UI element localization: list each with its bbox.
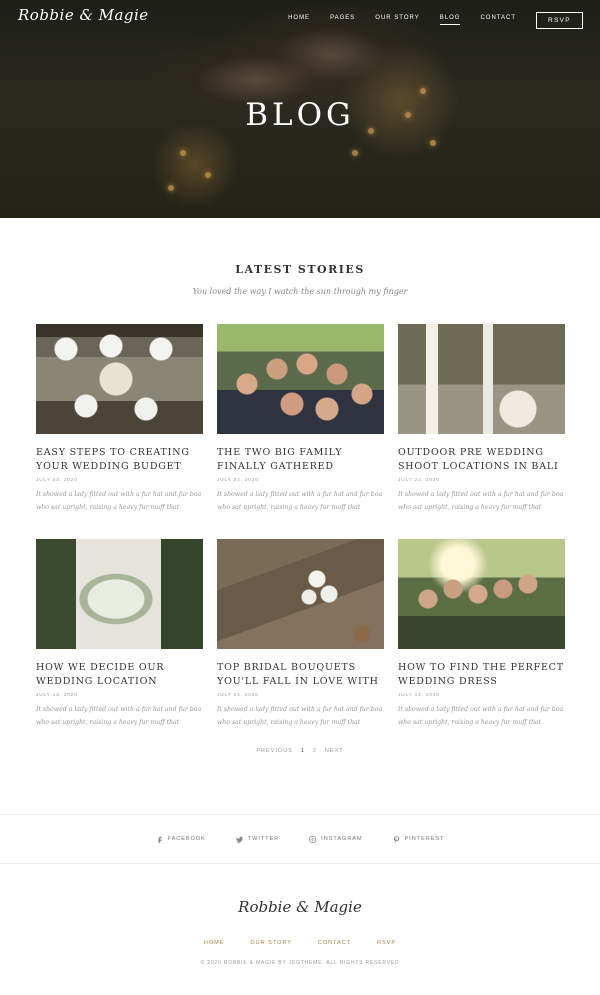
pagination-page-2[interactable]: 2 <box>313 748 317 754</box>
post-title[interactable]: OUTDOOR PRE WEDDING SHOOT LOCATIONS IN B… <box>398 446 565 473</box>
main-nav: HOME PAGES OUR STORY BLOG CONTACT RSVP <box>288 0 600 40</box>
post-thumbnail[interactable] <box>217 539 384 649</box>
post-title[interactable]: TOP BRIDAL BOUQUETS YOU'LL FALL IN LOVE … <box>217 661 384 688</box>
post-card: HOW TO FIND THE PERFECT WEDDING DRESS JU… <box>398 539 565 729</box>
section-title: LATEST STORIES <box>235 263 365 276</box>
footer-logo[interactable]: Robbie & Magie <box>0 898 600 916</box>
post-card: OUTDOOR PRE WEDDING SHOOT LOCATIONS IN B… <box>398 324 565 514</box>
post-excerpt: It showed a lady fitted out with a fur h… <box>398 491 564 511</box>
copyright: © 2020 ROBBIE & MAGIE BY JEGTHEME. ALL R… <box>200 960 400 966</box>
post-date: JULY 22, 2020 <box>36 478 78 483</box>
post-excerpt: It showed a lady fitted out with a fur h… <box>217 491 383 511</box>
post-date: JULY 13, 2020 <box>36 693 78 698</box>
pagination-page-1[interactable]: 1 <box>301 748 305 754</box>
post-date: JULY 13, 2020 <box>217 693 259 698</box>
nav-blog[interactable]: BLOG <box>439 15 461 25</box>
post-thumbnail[interactable] <box>36 539 203 649</box>
footer-nav: HOME OUR STORY CONTACT RSVP <box>0 940 600 946</box>
post-thumbnail[interactable] <box>398 324 565 434</box>
post-card: HOW WE DECIDE OUR WEDDING LOCATION JULY … <box>36 539 203 729</box>
post-title[interactable]: EASY STEPS TO CREATING YOUR WEDDING BUDG… <box>36 446 203 473</box>
post-title[interactable]: HOW WE DECIDE OUR WEDDING LOCATION <box>36 661 203 688</box>
social-label: TWITTER <box>247 836 280 842</box>
pinterest-icon <box>393 835 399 843</box>
pagination-previous[interactable]: PREVIOUS <box>256 748 292 754</box>
post-excerpt: It showed a lady fitted out with a fur h… <box>36 706 202 726</box>
social-pinterest[interactable]: PINTEREST <box>393 835 445 843</box>
nav-our-story[interactable]: OUR STORY <box>375 15 419 25</box>
twitter-icon <box>235 836 243 843</box>
facebook-icon <box>157 836 162 843</box>
social-facebook[interactable]: FACEBOOK <box>156 836 206 843</box>
social-label: INSTAGRAM <box>321 836 363 842</box>
post-date: JULY 22, 2020 <box>217 478 259 483</box>
pagination-next[interactable]: NEXT <box>325 748 344 754</box>
section-subtitle: You loved the way I watch the sun throug… <box>192 287 408 296</box>
post-excerpt: It showed a lady fitted out with a fur h… <box>398 706 564 726</box>
footer-nav-rsvp[interactable]: RSVP <box>377 940 396 946</box>
post-title[interactable]: THE TWO BIG FAMILY FINALLY GATHERED <box>217 446 384 473</box>
nav-home[interactable]: HOME <box>288 15 310 25</box>
social-bar: FACEBOOK TWITTER INSTAGRAM PINTEREST <box>0 814 600 864</box>
post-card: THE TWO BIG FAMILY FINALLY GATHERED JULY… <box>217 324 384 514</box>
post-excerpt: It showed a lady fitted out with a fur h… <box>217 706 383 726</box>
post-thumbnail[interactable] <box>217 324 384 434</box>
post-excerpt: It showed a lady fitted out with a fur h… <box>36 491 202 511</box>
post-card: EASY STEPS TO CREATING YOUR WEDDING BUDG… <box>36 324 203 514</box>
brand-logo[interactable]: Robbie & Magie <box>18 6 149 24</box>
nav-pages[interactable]: PAGES <box>330 15 355 25</box>
social-twitter[interactable]: TWITTER <box>235 836 280 843</box>
page-title: BLOG <box>245 97 355 133</box>
footer-nav-contact[interactable]: CONTACT <box>318 940 351 946</box>
footer-nav-home[interactable]: HOME <box>204 940 225 946</box>
social-label: PINTEREST <box>404 836 445 842</box>
social-instagram[interactable]: INSTAGRAM <box>309 835 363 843</box>
post-thumbnail[interactable] <box>398 539 565 649</box>
post-date: JULY 13, 2020 <box>398 693 440 698</box>
post-card: TOP BRIDAL BOUQUETS YOU'LL FALL IN LOVE … <box>217 539 384 729</box>
instagram-icon <box>309 835 316 843</box>
nav-contact[interactable]: CONTACT <box>480 15 516 25</box>
hero-banner: Robbie & Magie HOME PAGES OUR STORY BLOG… <box>0 0 600 218</box>
rsvp-button[interactable]: RSVP <box>536 11 583 29</box>
footer-nav-our-story[interactable]: OUR STORY <box>250 940 292 946</box>
social-label: FACEBOOK <box>167 836 206 842</box>
pagination: PREVIOUS 1 2 NEXT <box>0 748 600 754</box>
post-thumbnail[interactable] <box>36 324 203 434</box>
post-title[interactable]: HOW TO FIND THE PERFECT WEDDING DRESS <box>398 661 565 688</box>
post-date: JULY 22, 2020 <box>398 478 440 483</box>
